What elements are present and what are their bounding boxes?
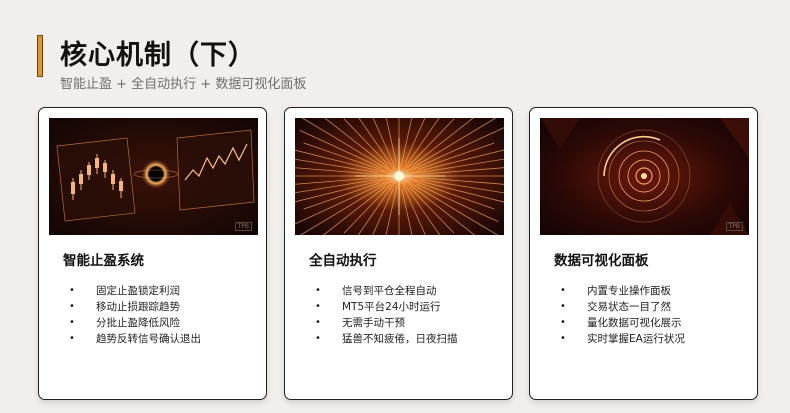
bullet-icon: • xyxy=(69,285,75,296)
list-item: • 无需手动干预 xyxy=(315,317,405,329)
bullet-icon: • xyxy=(560,285,566,296)
title-accent-bar xyxy=(37,35,43,77)
bullet-icon: • xyxy=(560,301,566,312)
watermark: TPB xyxy=(725,222,743,231)
list-item: • 分批止盈降低风险 xyxy=(69,317,180,329)
page-title: 核心机制（下） xyxy=(60,40,256,71)
bullet-list: • 内置专业操作面板 • 交易状态一目了然 • 量化数据可视化展示 • 实时掌握EA运行… xyxy=(554,283,685,347)
card-title: 全自动执行 xyxy=(309,253,377,269)
bullet-icon: • xyxy=(315,333,321,344)
bullet-icon: • xyxy=(315,301,321,312)
page-subtitle: 智能止盈 + 全自动执行 + 数据可视化面板 xyxy=(60,77,307,92)
candlestick-blackhole-image: TPB xyxy=(49,118,258,235)
list-item: • 交易状态一目了然 xyxy=(560,301,671,313)
card-data-visualization-panel: TPB 数据可视化面板 • 内置专业操作面板 • 交易状态一目了然 • 量化数据可视化… xyxy=(529,107,758,400)
bullet-icon: • xyxy=(560,333,566,344)
bullet-list: • 信号到平仓全程自动 • MT5平台24小时运行 • 无需手动干预 • 猛兽不知疲倦，… xyxy=(309,283,458,347)
list-item: • 移动止损跟踪趋势 xyxy=(69,301,180,313)
list-item: • 趋势反转信号确认退出 xyxy=(69,333,201,345)
card-title: 数据可视化面板 xyxy=(554,253,649,269)
concentric-rings-dashboard-image: TPB xyxy=(540,118,749,235)
card-title: 智能止盈系统 xyxy=(63,253,144,269)
list-item: • 量化数据可视化展示 xyxy=(560,317,682,329)
watermark: TPB xyxy=(234,222,252,231)
bullet-icon: • xyxy=(315,285,321,296)
list-item: • 内置专业操作面板 xyxy=(560,285,671,297)
bullet-icon: • xyxy=(69,333,75,344)
bullet-icon: • xyxy=(315,317,321,328)
concentric-rings-graphic xyxy=(540,118,749,235)
list-item: • MT5平台24小时运行 xyxy=(315,301,441,313)
bullet-list: • 固定止盈锁定利润 • 移动止损跟踪趋势 • 分批止盈降低风险 • 趋势反转信号确认退… xyxy=(63,283,201,347)
card-smart-take-profit: TPB 智能止盈系统 • 固定止盈锁定利润 • 移动止损跟踪趋势 • 分批止盈降低风险… xyxy=(38,107,267,400)
candlestick-blackhole-graphic xyxy=(49,118,258,235)
list-item: • 猛兽不知疲倦，日夜扫描 xyxy=(315,333,458,345)
list-item: • 实时掌握EA运行状况 xyxy=(560,333,685,345)
bullet-icon: • xyxy=(560,317,566,328)
bullet-icon: • xyxy=(69,317,75,328)
list-item: • 固定止盈锁定利润 xyxy=(69,285,180,297)
light-burst-image xyxy=(295,118,504,235)
list-item: • 信号到平仓全程自动 xyxy=(315,285,437,297)
light-burst-graphic xyxy=(295,118,504,235)
bullet-icon: • xyxy=(69,301,75,312)
card-full-auto-execution: 全自动执行 • 信号到平仓全程自动 • MT5平台24小时运行 • 无需手动干预 • 猛… xyxy=(284,107,513,400)
